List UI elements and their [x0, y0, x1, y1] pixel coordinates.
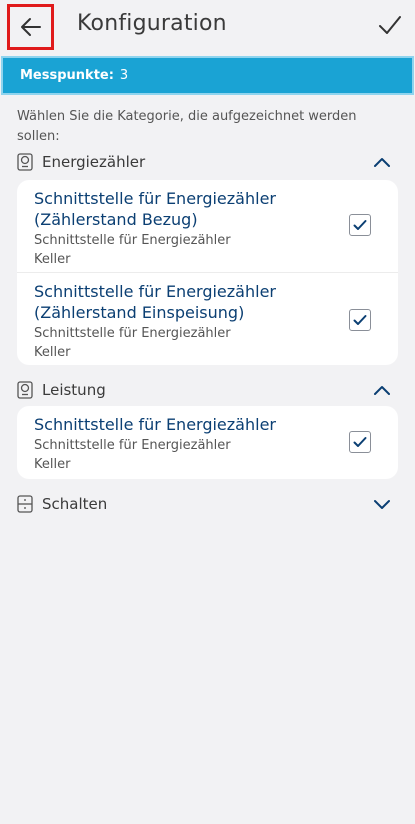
- category-label: Schalten: [42, 495, 108, 513]
- item-title-detail: (Zählerstand Einspeisung): [34, 303, 245, 322]
- instructions-text: Wählen Sie die Kategorie, die aufgezeich…: [17, 109, 357, 144]
- item-location: Keller: [34, 252, 71, 267]
- measuring-points-count: 3: [119, 68, 129, 83]
- item-subtitle: Schnittstelle für Energiezähler: [34, 233, 231, 248]
- check-icon: [353, 220, 367, 230]
- list-item[interactable]: Schnittstelle für Energiezähler Schnitts…: [17, 406, 398, 479]
- back-button[interactable]: [7, 4, 54, 50]
- item-title: Schnittstelle für Energiezähler: [34, 189, 276, 208]
- item-title: Schnittstelle für Energiezähler: [34, 282, 276, 301]
- arrow-left-icon: [20, 18, 41, 36]
- meter-icon: [17, 381, 33, 399]
- category-card-energiezaehler: Schnittstelle für Energiezähler (Zählers…: [17, 180, 398, 365]
- category-label: Energiezähler: [42, 153, 146, 171]
- item-checkbox[interactable]: [349, 214, 371, 236]
- category-header-leistung[interactable]: Leistung: [0, 377, 415, 403]
- switch-icon: [17, 495, 33, 513]
- confirm-button[interactable]: [377, 12, 403, 38]
- item-checkbox[interactable]: [349, 431, 371, 453]
- page-title: Konfiguration: [77, 11, 227, 36]
- item-subtitle: Schnittstelle für Energiezähler: [34, 438, 231, 453]
- screen: Konfiguration Messpunkte: 3 Wählen Sie d…: [0, 0, 415, 824]
- item-subtitle: Schnittstelle für Energiezähler: [34, 326, 231, 341]
- chevron-down-icon[interactable]: [373, 498, 391, 510]
- item-title: Schnittstelle für Energiezähler: [34, 415, 276, 434]
- item-location: Keller: [34, 457, 71, 472]
- category-header-energiezaehler[interactable]: Energiezähler: [0, 149, 415, 175]
- item-location: Keller: [34, 345, 71, 360]
- category-label: Leistung: [42, 381, 106, 399]
- check-icon: [353, 315, 367, 325]
- list-item[interactable]: Schnittstelle für Energiezähler (Zählers…: [17, 180, 398, 272]
- check-icon: [379, 16, 401, 34]
- item-checkbox[interactable]: [349, 309, 371, 331]
- chevron-up-icon[interactable]: [373, 156, 391, 168]
- category-card-leistung: Schnittstelle für Energiezähler Schnitts…: [17, 406, 398, 479]
- meter-icon: [17, 153, 33, 171]
- list-item[interactable]: Schnittstelle für Energiezähler (Zählers…: [17, 272, 398, 365]
- check-icon: [353, 437, 367, 447]
- measuring-points-label: Messpunkte:: [20, 68, 114, 83]
- category-header-schalten[interactable]: Schalten: [0, 491, 415, 517]
- chevron-up-icon[interactable]: [373, 384, 391, 396]
- app-header: Konfiguration: [0, 0, 415, 53]
- measuring-points-banner: Messpunkte: 3: [1, 56, 414, 95]
- item-title-detail: (Zählerstand Bezug): [34, 210, 198, 229]
